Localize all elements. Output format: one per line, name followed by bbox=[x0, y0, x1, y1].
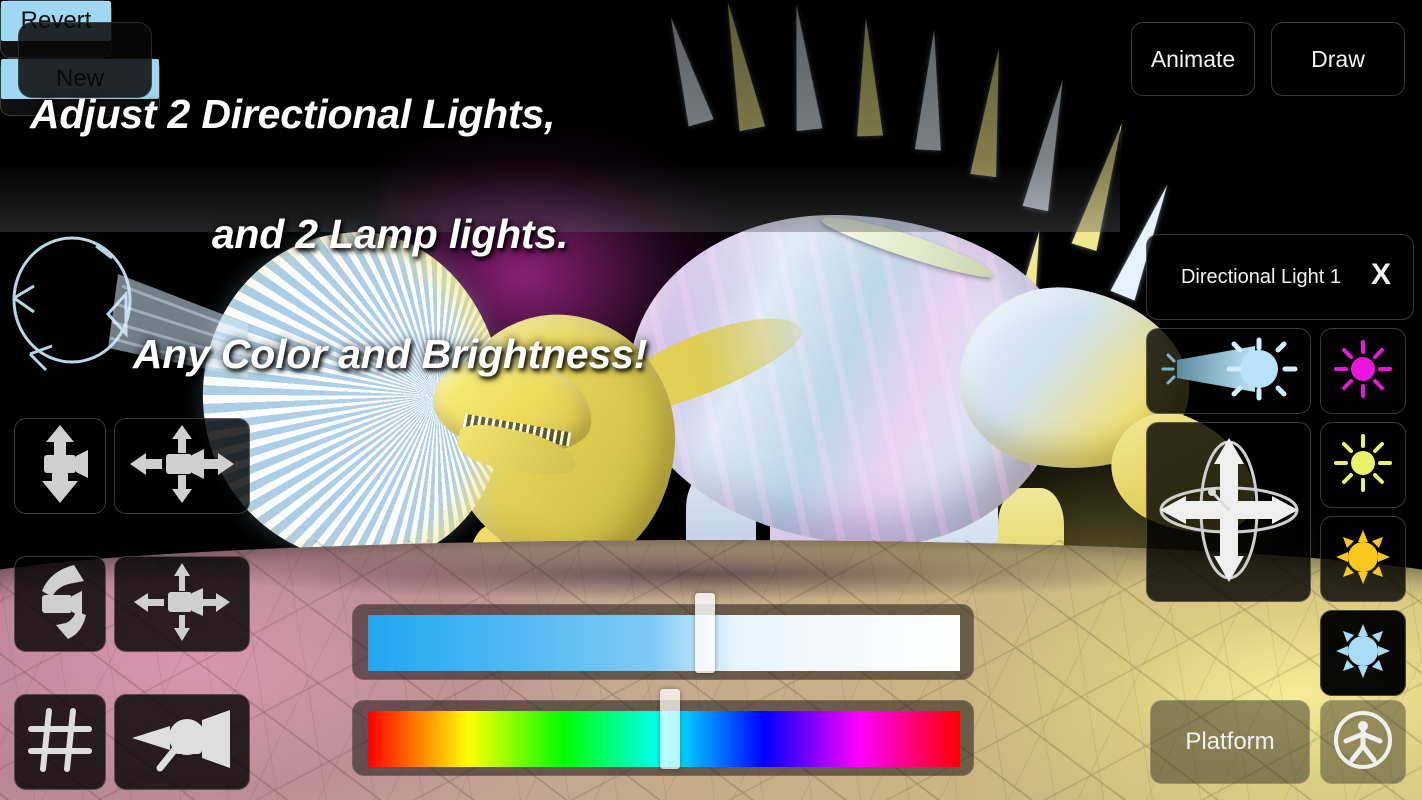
rotate-orbit-button[interactable] bbox=[1146, 422, 1311, 602]
sun-icon bbox=[1334, 433, 1392, 497]
camera-pan-4way-icon bbox=[130, 424, 234, 508]
ui-overlay: Adjust 2 Directional Lights, and 2 Lamp … bbox=[0, 0, 1422, 800]
hue-slider[interactable] bbox=[352, 689, 974, 776]
animate-button[interactable]: Animate bbox=[1131, 22, 1255, 96]
lamp-sun-icon bbox=[1334, 528, 1392, 591]
camera-tilt-icon bbox=[28, 563, 92, 646]
camera-zoom-button[interactable] bbox=[114, 694, 250, 790]
light-panel-header: Directional Light 1 X bbox=[1146, 234, 1414, 320]
lamp-sun-icon bbox=[1334, 622, 1392, 685]
lamp-light-active-swatch[interactable] bbox=[1320, 610, 1406, 696]
hue-slider-handle[interactable] bbox=[659, 689, 680, 769]
draw-button-label: Draw bbox=[1311, 45, 1365, 72]
brightness-slider-handle[interactable] bbox=[695, 593, 716, 673]
headline-backdrop bbox=[18, 22, 152, 98]
camera-orbit-4way-icon bbox=[130, 562, 234, 646]
directional-light-2-swatch[interactable] bbox=[1320, 422, 1406, 508]
close-icon[interactable]: X bbox=[1365, 258, 1397, 296]
draw-button[interactable]: Draw bbox=[1271, 22, 1405, 96]
camera-move-vertical-button[interactable] bbox=[14, 418, 106, 514]
platform-button[interactable]: Platform bbox=[1150, 700, 1310, 784]
headline-line-2: and 2 Lamp lights. bbox=[211, 211, 569, 257]
light-type-button[interactable] bbox=[1146, 328, 1311, 414]
accessibility-button[interactable] bbox=[1320, 700, 1406, 784]
camera-pan-button[interactable] bbox=[114, 418, 250, 514]
accessibility-person-icon bbox=[1332, 709, 1394, 776]
rotate-orbit-icon bbox=[1154, 430, 1304, 595]
light-panel-title: Directional Light 1 bbox=[1180, 265, 1342, 288]
camera-tilt-button[interactable] bbox=[14, 556, 106, 652]
sun-icon bbox=[1334, 339, 1392, 403]
app-root: Adjust 2 Directional Lights, and 2 Lamp … bbox=[0, 0, 1422, 800]
grid-toggle-button[interactable] bbox=[14, 694, 106, 790]
lamp-light-1-swatch[interactable] bbox=[1320, 516, 1406, 602]
grid-icon bbox=[28, 707, 92, 776]
directional-light-icon bbox=[1159, 337, 1299, 405]
brightness-slider[interactable] bbox=[352, 593, 974, 680]
camera-up-down-icon bbox=[28, 424, 92, 508]
brightness-slider-track[interactable] bbox=[368, 615, 960, 671]
directional-light-1-swatch[interactable] bbox=[1320, 328, 1406, 414]
camera-magnifier-icon bbox=[130, 706, 234, 779]
camera-orbit-button[interactable] bbox=[114, 556, 250, 652]
platform-button-label: Platform bbox=[1185, 728, 1275, 755]
animate-button-label: Animate bbox=[1150, 45, 1236, 72]
headline-line-3: Any Color and Brightness! bbox=[132, 331, 648, 377]
